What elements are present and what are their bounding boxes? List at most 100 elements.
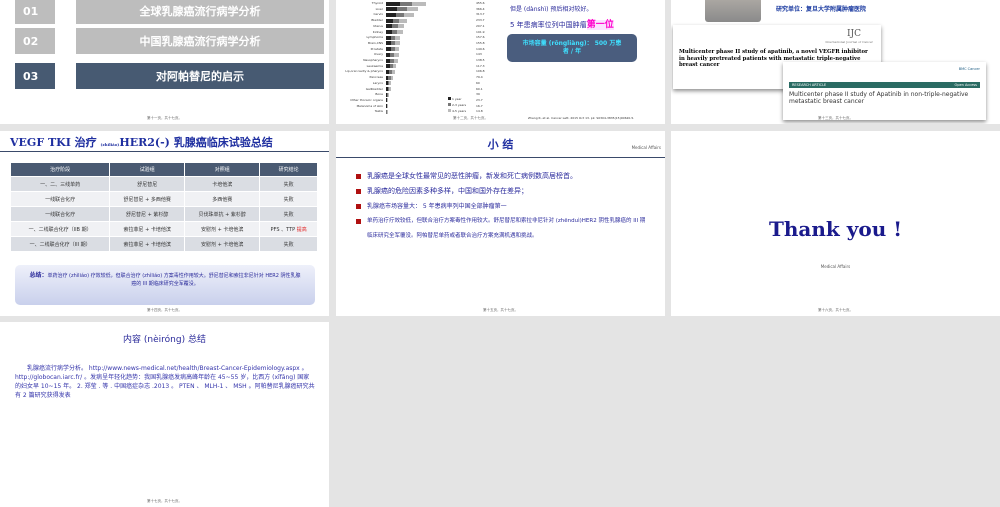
bullet-icon (356, 174, 361, 179)
table-row: 一线联合化疗舒尼替尼 + 多西他赛多西他赛失败 (11, 192, 318, 207)
table-row: 一、二线联合化疗（IIB 期）索拉菲尼 + 卡培他滨安慰剂 + 卡培他滨PFS … (11, 222, 318, 237)
slide-thumbnail-12[interactable]: Thyroid455.6Liver366.4Cervix313.7Bladder… (336, 0, 665, 124)
chart-value-label: 14.8 (476, 109, 483, 113)
thank-you-text: Thank you ! (671, 217, 1000, 241)
slide-thumbnail-11[interactable]: 01 全球乳腺癌流行病学分析 02 中国乳腺癌流行病学分析 03 对阿帕替尼的启… (0, 0, 329, 124)
prevalence-prefix: 5 年患病率位列中国肿瘤 (510, 21, 587, 29)
chart-legend-item: 4-5 years (448, 109, 466, 113)
chart-value-label: 23.7 (476, 98, 483, 102)
chart-bar-segment (395, 36, 400, 40)
table-cell: 索拉菲尼 + 卡培他滨 (110, 237, 185, 252)
chart-bar-segment (404, 13, 414, 17)
chart-bar-segment (394, 59, 398, 63)
slide-title: 小 结 (336, 136, 665, 152)
bullet-text: 单药治疗疗效较低，但联合治疗方案毒性作用较大。舒尼替尼和索拉非尼针对 (zhēn… (367, 214, 646, 244)
table-cell: 索拉菲尼 + 卡培他滨 (110, 222, 185, 237)
chart-legend-item: 1 year (448, 97, 462, 101)
slide-footer: 第十二页，共十七页。 (336, 116, 605, 121)
slide-thumbnail-16[interactable]: Thank you ! Medical Affairs 第十六页，共十七页。 (671, 131, 1000, 316)
chart-bar-segment (395, 41, 400, 45)
chart-bar-segment (392, 70, 395, 74)
prevalence-text: 5 年患病率位列中国肿瘤第一位 (510, 17, 614, 30)
chart-category-label: Cervix (338, 12, 383, 16)
chart-value-label: 106.8 (476, 69, 485, 73)
chart-bar-segment (395, 47, 400, 51)
slide-title: VEGF TKI 治疗 (zhìliáo)HER2(-) 乳腺癌临床试验总结 (10, 134, 273, 150)
chart-category-label: Lymphoma (338, 35, 383, 39)
chart-value-label: 117.3 (476, 64, 485, 68)
chart-value-label: 39 (476, 92, 480, 96)
chart-bar-segment (393, 64, 397, 68)
agenda-num-01: 01 (15, 0, 55, 24)
agenda-item-03: 对阿帕替尼的启示 (76, 63, 324, 89)
agenda-num-03: 03 (15, 63, 55, 89)
chart-value-label: 16.7 (476, 104, 483, 108)
chart-value-label: 455.6 (476, 1, 485, 5)
prevalence-highlight: 第一位 (587, 20, 614, 30)
chart-bar-segment (400, 2, 412, 6)
chart-bar-segment (396, 13, 404, 17)
chart-value-label: 149.6 (476, 47, 485, 51)
chart-bar-segment (388, 93, 389, 97)
paper-bmc: BMC Cancer RESEARCH ARTICLEOpen Access M… (783, 62, 986, 120)
legend-label: 2-3 years (452, 103, 466, 107)
bullet-icon (356, 204, 361, 209)
table-cell: 一线联合化疗 (11, 207, 110, 222)
table-cell: 安慰剂 + 卡培他滨 (185, 222, 260, 237)
ijc-logo: IJC (847, 29, 861, 39)
survival-bar-chart: Thyroid455.6Liver366.4Cervix313.7Bladder… (336, 0, 496, 124)
chart-bar-segment (407, 7, 418, 11)
agenda-item-01: 全球乳腺癌流行病学分析 (76, 0, 324, 24)
table-cell: 一、二、三线单药 (11, 177, 110, 192)
chart-category-label: Thyroid (338, 1, 383, 5)
title-part: VEGF TKI 治疗 (10, 136, 101, 149)
slide-thumbnail-17[interactable]: 内容 (nèiróng) 总结 乳腺癌流行病学分析。 http://www.ne… (0, 322, 329, 507)
slide-footer: 第十五页，共十七页。 (336, 308, 665, 313)
table-cell: 失败 (260, 177, 318, 192)
chart-bar-segment (412, 2, 426, 6)
chart-value-label: 191.9 (476, 30, 485, 34)
chart-legend-item: 2-3 years (448, 103, 466, 107)
bullet-text: 乳腺癌是全球女性最常见的恶性肿瘤，新发和死亡病例数高居榜首。 (367, 169, 577, 184)
chart-category-label: Liver (338, 7, 383, 11)
bullet-item: 乳腺癌的危险因素多种多样，中国和国外存在差异； (356, 184, 656, 199)
chart-bar-segment (386, 7, 397, 11)
bullet-item: 乳腺癌市场容量大： 5 年患病率列中国全部肿瘤第一 (356, 199, 656, 214)
col-header: 试验组 (110, 163, 185, 177)
table-row: 一、二、三线单药舒尼替尼卡培他滨失败 (11, 177, 318, 192)
table-cell: 舒尼替尼 + 紫杉醇 (110, 207, 185, 222)
slide-thumbnail-15[interactable]: 小 结 Medical Affairs 乳腺癌是全球女性最常见的恶性肿瘤，新发和… (336, 131, 665, 316)
chart-category-label: Lip,oral cavity & pharynx (338, 69, 383, 73)
summary-label: 总结： (29, 272, 47, 279)
table-cell: 多西他赛 (185, 192, 260, 207)
slide-thumbnail-13[interactable]: 研究单位：复旦大学附属肿瘤医院 IJC International Journa… (671, 0, 1000, 124)
summary-text: 单药治疗 (zhìliáo) 疗效较低，但联合治疗 (zhìliáo) 方案毒性… (47, 273, 300, 287)
chart-category-label: Uterus (338, 24, 383, 28)
slide-thumbnail-14[interactable]: VEGF TKI 治疗 (zhìliáo)HER2(-) 乳腺癌临床试验总结 治… (0, 131, 329, 316)
chart-category-label: Bladder (338, 18, 383, 22)
chart-bar-segment (386, 2, 400, 6)
trial-table: 治疗阶段 试验组 对照组 研究结论 一、二、三线单药舒尼替尼卡培他滨失败一线联合… (10, 162, 318, 252)
legend-swatch (448, 103, 451, 106)
prognosis-text: 但是 (dànshì) 预后相对较好。 (510, 4, 592, 13)
chart-value-label: 138.5 (476, 58, 485, 62)
bullet-item: 单药治疗疗效较低，但联合治疗方案毒性作用较大。舒尼替尼和索拉非尼针对 (zhēn… (356, 214, 646, 244)
slide-title: 内容 (nèiróng) 总结 (0, 332, 329, 345)
medical-affairs-logo: Medical Affairs (671, 264, 1000, 269)
ijc-subtitle: International Journal of Cancer (825, 40, 873, 44)
bullet-icon (356, 219, 361, 224)
bullet-text: 乳腺癌的危险因素多种多样，中国和国外存在差异； (367, 184, 528, 199)
slide-footer: 第十七页，共十七页。 (0, 499, 329, 504)
chart-value-label: 313.7 (476, 12, 485, 16)
chart-category-label: Ovary (338, 52, 383, 56)
chart-value-label: 60 (476, 81, 480, 85)
open-access: Open Access (955, 83, 977, 87)
table-cell: 舒尼替尼 + 多西他赛 (110, 192, 185, 207)
medical-affairs-logo: Medical Affairs (632, 145, 661, 150)
title-pinyin: (zhìliáo) (101, 142, 120, 147)
chart-category-label: Leukaemia (338, 64, 383, 68)
table-cell: 安慰剂 + 卡培他滨 (185, 237, 260, 252)
col-header: 对照组 (185, 163, 260, 177)
table-cell: 贝伐珠单抗 + 紫杉醇 (185, 207, 260, 222)
agenda-item-02: 中国乳腺癌流行病学分析 (76, 28, 324, 54)
